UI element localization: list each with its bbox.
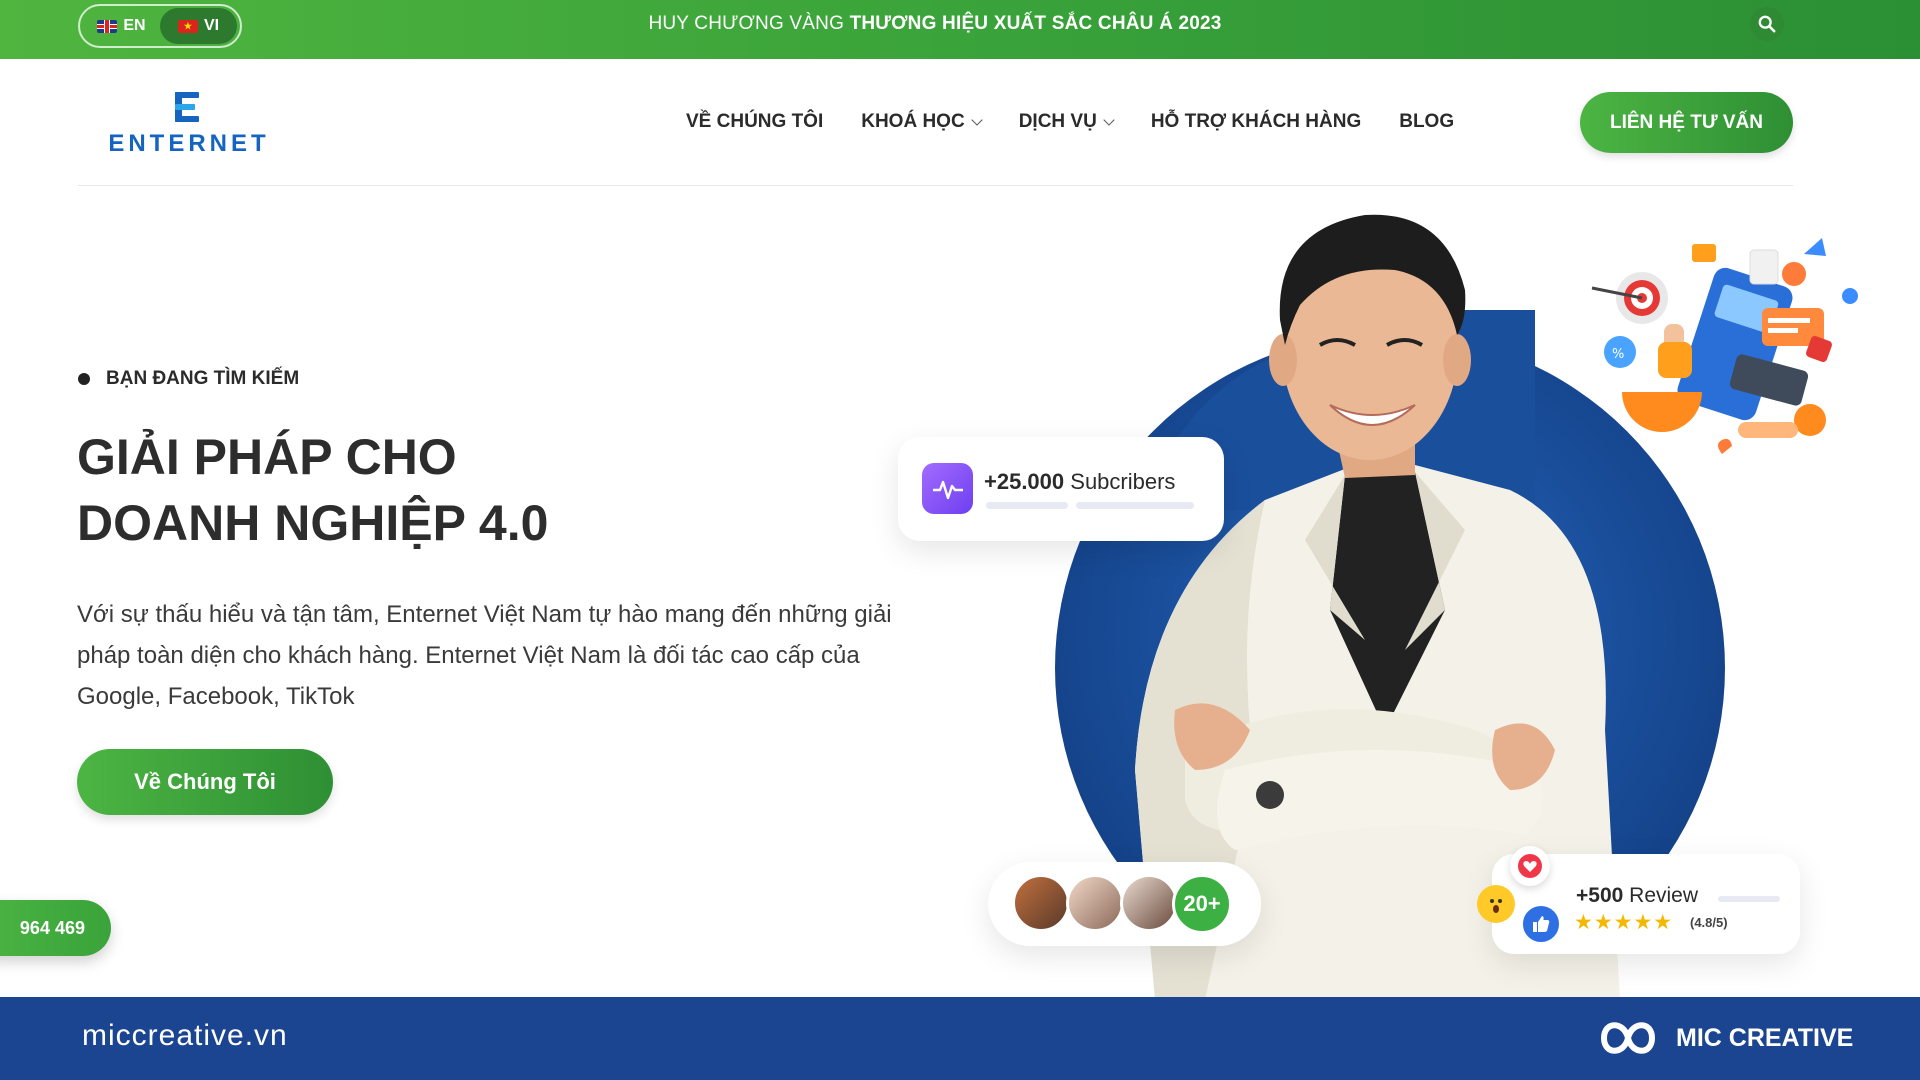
search-button[interactable] [1750, 7, 1784, 41]
announcement-highlight: THƯƠNG HIỆU XUẤT SẮC CHÂU Á 2023 [849, 13, 1222, 34]
nav-item-blog[interactable]: BLOG [1399, 111, 1454, 133]
rating-value: (4.8/5) [1690, 915, 1728, 930]
hero-title-line-1: GIẢI PHÁP CHO [77, 429, 457, 485]
nav-item-about[interactable]: VỀ CHÚNG TÔI [686, 111, 823, 133]
footer-brand-text: MIC CREATIVE [1676, 1023, 1854, 1052]
nav-label: DỊCH VỤ [1018, 111, 1097, 132]
placeholder-bar [986, 502, 1068, 509]
announcement-bar: EN ★ VI HUY CHƯƠNG VÀNG THƯƠNG HIỆU XUẤT… [0, 0, 1920, 59]
announcement-prefix: HUY CHƯƠNG VÀNG [648, 13, 845, 34]
main-navigation: VỀ CHÚNG TÔI KHOÁ HỌC DỊCH VỤ HỖ TRỢ KHÁ… [686, 104, 1454, 140]
review-label: Review [1629, 884, 1699, 907]
community-avatars-card: 20+ [988, 862, 1261, 946]
nav-label: BLOG [1399, 111, 1455, 132]
rating-stars: ★★★★★ [1574, 911, 1674, 934]
review-title: +500 Review [1576, 884, 1698, 908]
about-us-button[interactable]: Về Chúng Tôi [77, 749, 333, 815]
search-icon [1758, 15, 1776, 33]
review-count: +500 [1576, 884, 1624, 907]
footer-site-url[interactable]: miccreative.vn [82, 1019, 288, 1053]
placeholder-bar [1076, 502, 1194, 509]
footer-brand: MIC CREATIVE [1590, 1013, 1853, 1063]
wow-emoji-icon [1477, 885, 1515, 923]
avatars-count-badge: 20+ [1172, 874, 1232, 934]
enternet-logo[interactable]: ENTERNET [104, 90, 274, 160]
logo-mark-icon [175, 92, 199, 122]
nav-label: VỀ CHÚNG TÔI [686, 111, 824, 132]
hero-description: Với sự thấu hiểu và tận tâm, Enternet Vi… [77, 601, 892, 710]
nav-item-services[interactable]: DỊCH VỤ [1018, 111, 1115, 133]
contact-consult-button[interactable]: LIÊN HỆ TƯ VẤN [1580, 92, 1793, 153]
subscribers-label: Subcribers [1070, 469, 1176, 494]
avatar [1066, 874, 1124, 932]
bullet-dot-icon [78, 373, 90, 385]
avatar [1012, 874, 1070, 932]
hotline-button[interactable]: 964 469 [0, 900, 111, 956]
hero-title: GIẢI PHÁP CHO DOANH NGHIỆP 4.0 [77, 424, 837, 556]
eyebrow-text: BẠN ĐANG TÌM KIẾM [106, 368, 300, 389]
subscribers-text: +25.000 Subcribers [984, 469, 1175, 495]
subscribers-count: +25.000 [984, 469, 1065, 494]
logo-wordmark: ENTERNET [108, 130, 270, 157]
marketing-illustration: % [1591, 238, 1858, 454]
announcement-text: HUY CHƯƠNG VÀNG THƯƠNG HIỆU XUẤT SẮC CHÂ… [0, 0, 1870, 48]
nav-label: HỖ TRỢ KHÁCH HÀNG [1150, 111, 1362, 132]
subscribers-card: +25.000 Subcribers [898, 437, 1224, 541]
activity-pulse-icon [922, 463, 973, 514]
nav-item-support[interactable]: HỖ TRỢ KHÁCH HÀNG [1151, 111, 1361, 133]
nav-label: KHOÁ HỌC [861, 111, 965, 132]
hero-title-line-2: DOANH NGHIỆP 4.0 [77, 495, 549, 551]
footer-band: miccreative.vn MIC CREATIVE [0, 997, 1920, 1080]
avatar [1120, 874, 1178, 932]
nav-item-courses[interactable]: KHOÁ HỌC [861, 111, 983, 133]
hero-eyebrow: BẠN ĐANG TÌM KIẾM [78, 368, 299, 390]
infinity-logo-icon [1600, 1022, 1656, 1054]
chevron-down-icon [971, 113, 983, 126]
svg-text:%: % [1612, 347, 1624, 362]
chevron-down-icon [1103, 113, 1115, 126]
placeholder-bar [1718, 896, 1780, 902]
header-divider [78, 185, 1793, 186]
heart-icon [1510, 846, 1550, 886]
thumbs-up-icon [1520, 903, 1562, 945]
